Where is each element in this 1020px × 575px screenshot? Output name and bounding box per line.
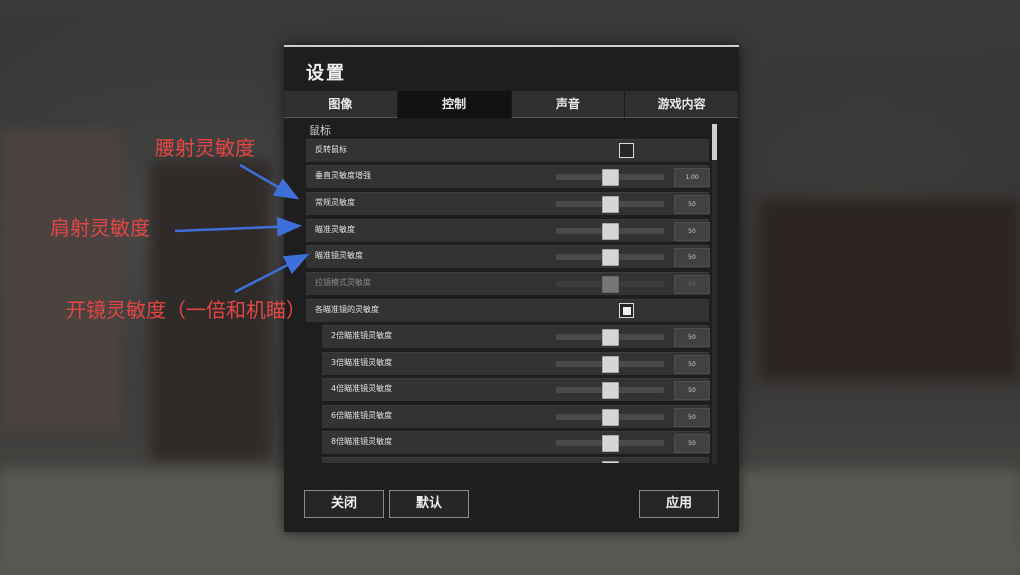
annotation-arrows — [174, 163, 310, 294]
arrow-hip-fire — [239, 163, 300, 200]
arrow-scope — [234, 253, 310, 294]
arrow-shoulder-fire — [174, 216, 302, 237]
